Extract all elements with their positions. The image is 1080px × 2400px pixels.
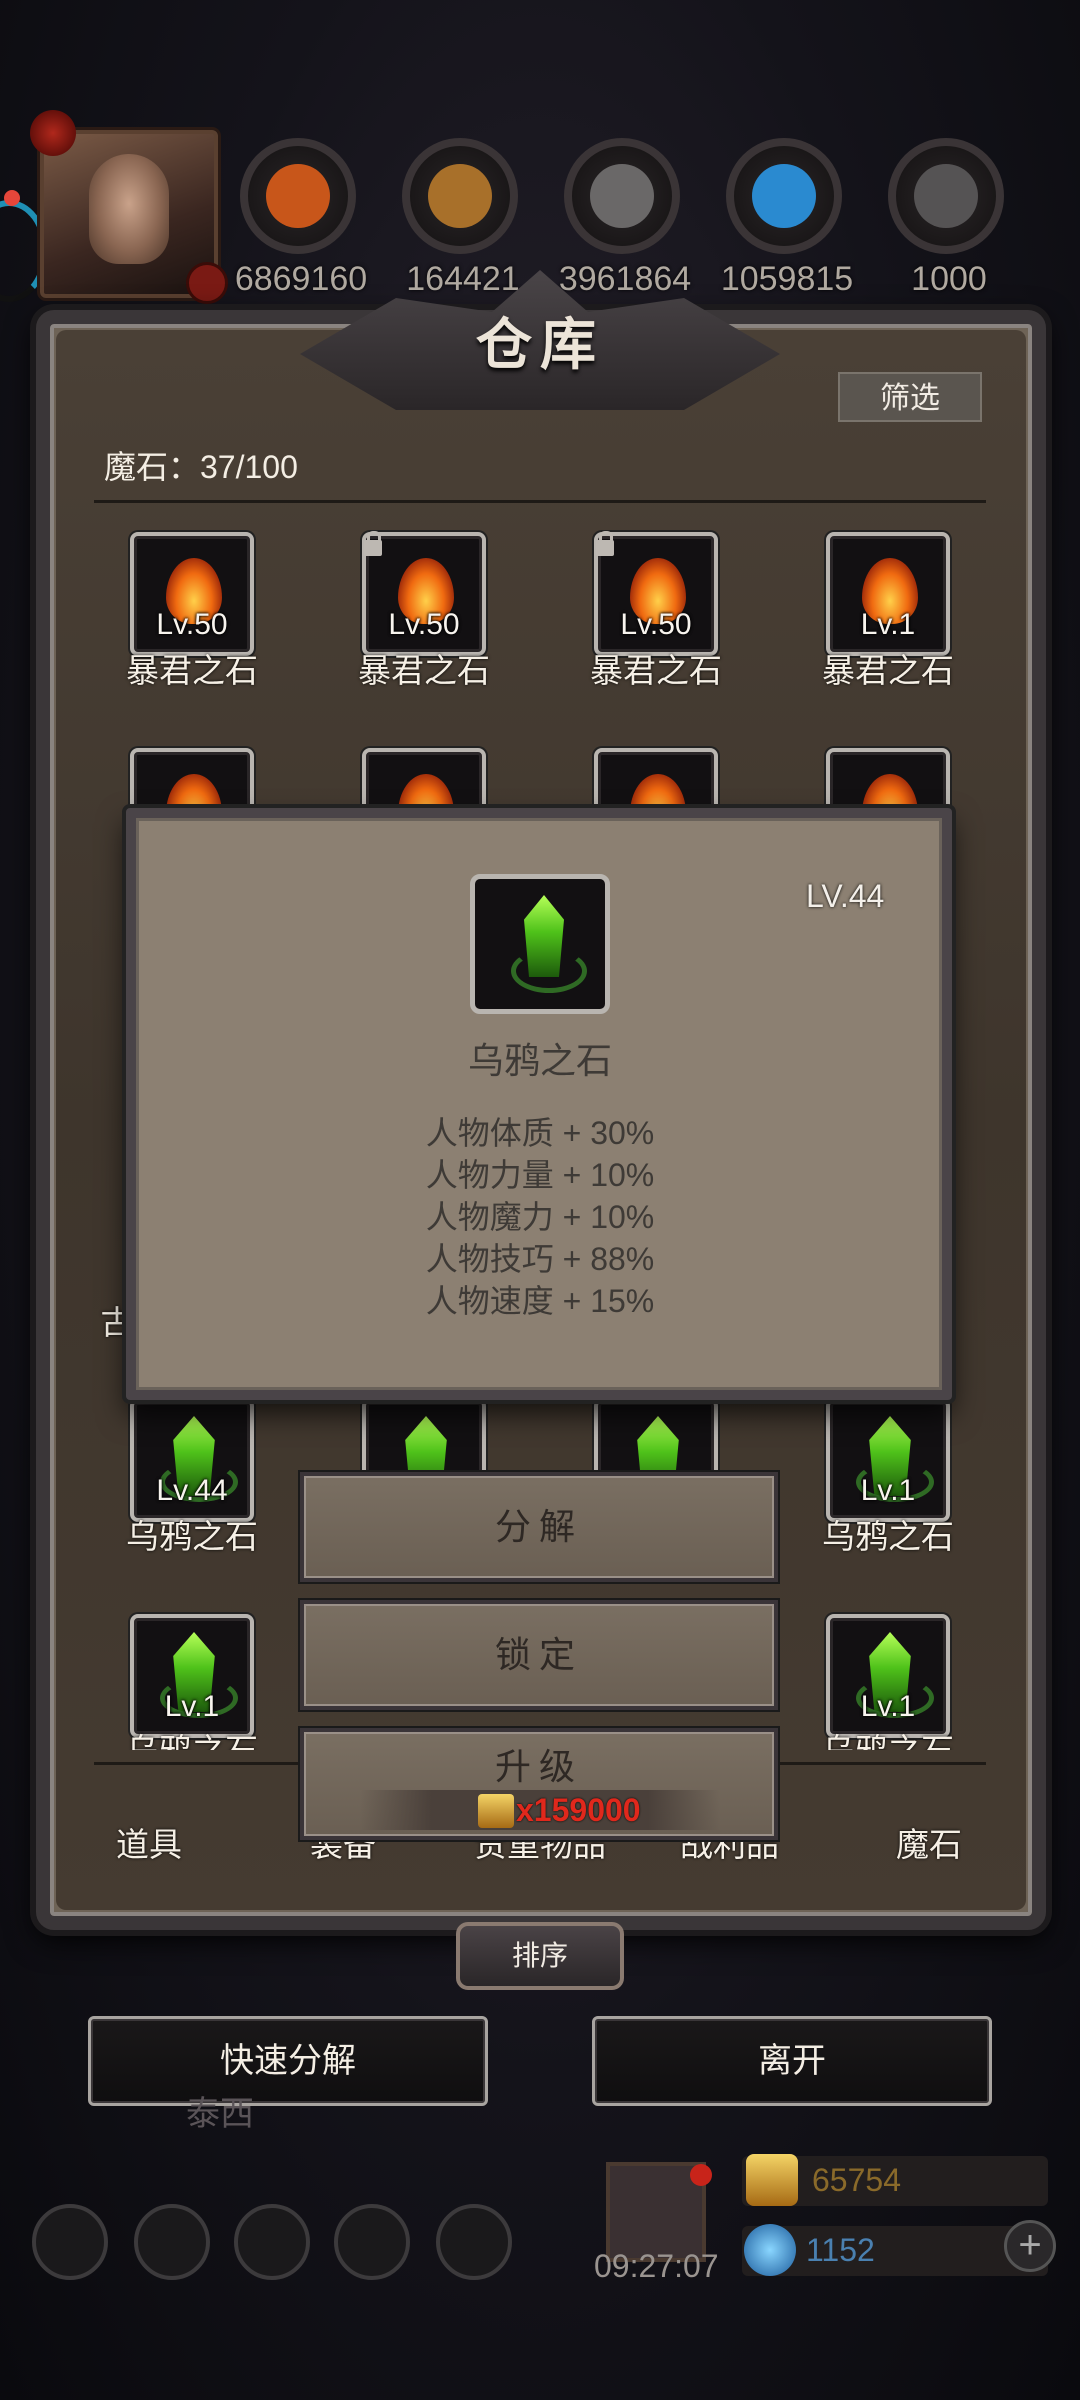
achievement-icon[interactable]	[134, 2204, 210, 2280]
quick-decompose-button[interactable]: 快速分解	[88, 2016, 488, 2106]
notification-dot	[690, 2164, 712, 2186]
upgrade-cost: x159000	[516, 1792, 641, 1828]
item-level: Lv.44	[156, 1474, 228, 1507]
faded-label: 泰西	[186, 2095, 254, 2133]
steel-block-icon[interactable]	[888, 138, 1004, 254]
add-currency-button[interactable]: +	[1004, 2220, 1056, 2272]
stat-line: 人物技巧 + 88%	[425, 1241, 655, 1277]
item-name: 乌鸦之石	[92, 1724, 292, 1750]
upgrade-label: 升级	[494, 1746, 583, 1787]
popup-item-level: LV.44	[806, 878, 885, 914]
divider	[94, 500, 986, 503]
stat-line: 人物体质 + 30%	[425, 1115, 655, 1151]
item-name: 暴君之石	[126, 652, 258, 689]
item-slot[interactable]: Lv.44	[130, 1398, 254, 1522]
item-level: Lv.50	[156, 608, 228, 641]
capacity-label: 魔石：37/100	[104, 449, 298, 485]
tab-items[interactable]: 道具	[116, 1818, 182, 1866]
item-level: Lv.1	[164, 1690, 220, 1723]
notification-dot	[4, 190, 20, 206]
tab-magic-stones[interactable]: 魔石	[896, 1818, 962, 1866]
avatar-badge-icon	[186, 262, 228, 304]
skills-icon[interactable]	[436, 2204, 512, 2280]
item-slot[interactable]: Lv.1	[826, 1614, 950, 1738]
ore-orange-icon[interactable]	[240, 138, 356, 254]
item-name: 暴君之石	[822, 652, 954, 689]
gold-coin-icon	[478, 1794, 514, 1828]
guild-icon[interactable]	[234, 2204, 310, 2280]
item-level: Lv.1	[860, 608, 916, 641]
item-name: 乌鸦之石	[126, 1518, 258, 1555]
settings-icon[interactable]	[32, 2204, 108, 2280]
resource-value: 6869160	[234, 260, 368, 298]
item-level: Lv.50	[388, 608, 460, 641]
stat-line: 人物力量 + 10%	[425, 1157, 655, 1193]
sort-button[interactable]: 排序	[456, 1922, 624, 1990]
item-slot[interactable]: Lv.50	[130, 532, 254, 656]
crystal-blue-icon[interactable]	[726, 138, 842, 254]
filter-button[interactable]: 筛选	[838, 372, 982, 422]
resource-value: 1000	[911, 260, 987, 298]
item-level: Lv.50	[620, 608, 692, 641]
lock-icon	[364, 531, 382, 556]
decompose-button[interactable]: 分解	[300, 1472, 778, 1582]
popup-item-name: 乌鸦之石	[467, 1040, 612, 1081]
page-title: 仓库	[476, 312, 604, 378]
item-slot[interactable]: Lv.1	[130, 1614, 254, 1738]
gold-coin-icon	[746, 2154, 798, 2206]
item-name: 暴君之石	[358, 652, 490, 689]
stat-line: 人物速度 + 15%	[425, 1283, 655, 1319]
item-slot[interactable]: Lv.1	[826, 532, 950, 656]
wood-plank-icon[interactable]	[402, 138, 518, 254]
item-level: Lv.1	[860, 1474, 916, 1507]
stat-line: 人物魔力 + 10%	[425, 1199, 655, 1235]
resource-value: 3961864	[558, 260, 692, 298]
lock-icon	[596, 531, 614, 556]
gem-amount: 1152	[806, 2232, 875, 2268]
gem-icon	[744, 2224, 796, 2276]
gold-amount: 65754	[812, 2162, 901, 2198]
iron-bar-icon[interactable]	[564, 138, 680, 254]
leave-button[interactable]: 离开	[592, 2016, 992, 2106]
coil-decoration	[511, 949, 587, 993]
mail-icon[interactable]	[334, 2204, 410, 2280]
popup-item-slot	[470, 874, 610, 1014]
resource-value: 1059815	[720, 260, 854, 298]
avatar-portrait	[89, 154, 169, 264]
player-avatar[interactable]	[40, 130, 228, 304]
item-slot[interactable]: Lv.1	[826, 1398, 950, 1522]
item-name: 乌鸦之石	[822, 1518, 954, 1555]
item-name: 乌鸦之石	[788, 1724, 988, 1750]
lock-button[interactable]: 锁定	[300, 1600, 778, 1710]
rose-emblem-icon	[30, 110, 76, 156]
item-level: Lv.1	[860, 1690, 916, 1723]
countdown-timer: 09:27:07	[594, 2248, 719, 2284]
item-name: 暴君之石	[590, 652, 722, 689]
